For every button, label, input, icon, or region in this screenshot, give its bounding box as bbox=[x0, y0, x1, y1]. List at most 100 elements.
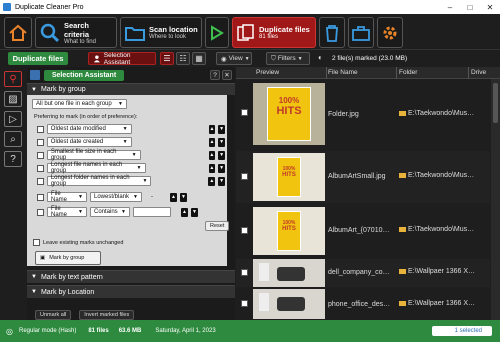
unmark-all-button[interactable]: Unmark all bbox=[35, 310, 72, 320]
preference-select[interactable]: Oldest date modified ▼ bbox=[46, 124, 132, 134]
preference-select[interactable]: Longest folder names in each group ▼ bbox=[46, 175, 152, 187]
vertical-scrollbar[interactable] bbox=[491, 79, 500, 320]
filter-text-input[interactable] bbox=[133, 207, 171, 217]
duplicate-files-tab-title: Duplicate files bbox=[259, 25, 310, 34]
move-up-button[interactable]: ▲ bbox=[208, 137, 216, 147]
assistant-help-button[interactable]: ? bbox=[210, 70, 220, 80]
assistant-close-button[interactable]: ✕ bbox=[222, 70, 232, 80]
status-bar: ◎ Regular mode (Hash) 81 files 63.6 MB S… bbox=[0, 320, 500, 342]
chevron-down-icon: ▼ bbox=[78, 194, 83, 200]
mark-by-group-heading: Mark by group bbox=[40, 86, 86, 93]
mark-by-text-section[interactable]: ▼ Mark by text pattern bbox=[27, 270, 235, 283]
preference-select[interactable]: Smallest file size in each group ▼ bbox=[46, 149, 141, 161]
reset-button[interactable]: Reset bbox=[205, 221, 230, 231]
settings-button[interactable] bbox=[377, 17, 403, 48]
scrollbar-thumb[interactable] bbox=[493, 83, 498, 123]
preference-select[interactable]: Longest file names in each group ▼ bbox=[46, 162, 146, 174]
filters-dropdown[interactable]: ⛉ Filters ▼ bbox=[266, 52, 310, 65]
move-up-button[interactable]: ▲ bbox=[208, 176, 216, 186]
column-header-folder[interactable]: Folder bbox=[399, 69, 417, 76]
assistant-rail-button[interactable]: ⚲ bbox=[4, 71, 22, 87]
folder-icon bbox=[399, 268, 406, 274]
preference-checkbox[interactable] bbox=[37, 151, 44, 159]
eye-icon: ◉ bbox=[221, 55, 227, 63]
preference-checkbox[interactable] bbox=[37, 138, 44, 146]
start-scan-button[interactable] bbox=[205, 17, 229, 48]
preference-checkbox[interactable] bbox=[37, 164, 44, 172]
grid-icon: ▦ bbox=[195, 54, 203, 63]
move-down-button[interactable]: ▼ bbox=[191, 207, 198, 217]
move-up-button[interactable]: ▲ bbox=[208, 124, 216, 134]
thumbnail-view-button[interactable]: ▦ bbox=[192, 52, 206, 65]
table-row[interactable]: 100% HITS AlbumArt_{07010… E:\Taekwondo\… bbox=[236, 205, 490, 257]
invert-marked-button[interactable]: Invert marked files bbox=[79, 310, 135, 320]
mark-by-group-section[interactable]: ▼ Mark by group bbox=[27, 83, 235, 95]
help-rail-button[interactable]: ? bbox=[4, 151, 22, 167]
results-grid: Preview File Name Folder Drive 100% HITS… bbox=[236, 66, 500, 320]
table-row[interactable]: phone_office_des… E:\Wallpaer 1366 X… bbox=[236, 289, 490, 319]
preference-value: Smallest file size in each group bbox=[50, 149, 117, 161]
mark-by-group-button[interactable]: ▣ Mark by group bbox=[35, 251, 101, 265]
duplicate-files-tab[interactable]: Duplicate files 81 files bbox=[232, 17, 316, 48]
move-down-button[interactable]: ▼ bbox=[218, 137, 225, 147]
row-checkbox[interactable] bbox=[241, 173, 248, 180]
image-preview-rail-button[interactable]: ▨ bbox=[4, 91, 22, 107]
move-up-button[interactable]: ▲ bbox=[208, 163, 216, 173]
filter-operator-select[interactable]: Contains ▼ bbox=[90, 207, 130, 217]
move-down-button[interactable]: ▼ bbox=[218, 163, 225, 173]
filter-operator-value: Contains bbox=[94, 209, 118, 215]
row-checkbox[interactable] bbox=[241, 227, 248, 234]
move-down-button[interactable]: ▼ bbox=[218, 124, 225, 134]
tools-button[interactable] bbox=[348, 17, 374, 48]
leave-existing-checkbox[interactable] bbox=[33, 239, 40, 246]
preference-checkbox[interactable] bbox=[37, 125, 44, 133]
status-date: Saturday, April 1, 2023 bbox=[155, 328, 216, 334]
maximize-button[interactable]: □ bbox=[460, 3, 480, 12]
preference-value: Longest folder names in each group bbox=[50, 175, 130, 187]
move-down-button[interactable]: ▼ bbox=[218, 176, 225, 186]
filter-field-select[interactable]: File Name ▼ bbox=[47, 191, 87, 203]
preference-select[interactable]: Oldest date created ▼ bbox=[46, 137, 132, 147]
table-row[interactable]: 100% HITS AlbumArtSmall.jpg E:\Taekwondo… bbox=[236, 151, 490, 203]
filter-field-select[interactable]: File Name ▼ bbox=[47, 206, 87, 218]
search-rail-button[interactable]: ⌕ bbox=[4, 131, 22, 147]
group-mode-select[interactable]: All but one file in each group ▼ bbox=[32, 99, 127, 109]
question-icon: ? bbox=[10, 153, 16, 165]
column-header-filename[interactable]: File Name bbox=[328, 69, 358, 76]
filter-checkbox[interactable] bbox=[37, 208, 44, 216]
row-checkbox[interactable] bbox=[241, 300, 248, 307]
move-down-button[interactable]: ▼ bbox=[218, 150, 225, 160]
detail-view-button[interactable]: ☷ bbox=[176, 52, 190, 65]
column-header-drive[interactable]: Drive bbox=[471, 69, 486, 76]
row-checkbox[interactable] bbox=[241, 269, 248, 276]
filter-operator-select[interactable]: Lowest/blank ▼ bbox=[90, 192, 142, 202]
mark-toggle-icon[interactable]: ◐ bbox=[318, 53, 323, 62]
move-up-button[interactable]: ▲ bbox=[170, 192, 177, 202]
assistant-header: Selection Assistant ? ✕ bbox=[27, 67, 235, 83]
scan-location-button[interactable]: Scan location Where to look bbox=[120, 17, 202, 48]
view-dropdown[interactable]: ◉ View ▼ bbox=[216, 52, 252, 65]
album-caption-big: HITS bbox=[276, 105, 302, 117]
move-up-button[interactable]: ▲ bbox=[208, 150, 216, 160]
preference-value: Oldest date modified bbox=[50, 126, 106, 132]
column-header-preview[interactable]: Preview bbox=[256, 69, 279, 76]
table-row[interactable]: 100% HITS Folder.jpg E:\Taekwondo\Mus… bbox=[236, 79, 490, 149]
preference-checkbox[interactable] bbox=[37, 177, 44, 185]
row-checkbox[interactable] bbox=[241, 109, 248, 116]
filter-checkbox[interactable] bbox=[37, 193, 44, 201]
list-view-button[interactable]: ☰ bbox=[160, 52, 174, 65]
move-down-button[interactable]: ▼ bbox=[180, 192, 187, 202]
minimize-button[interactable]: – bbox=[440, 3, 460, 12]
folder-icon bbox=[125, 26, 145, 41]
mark-by-location-section[interactable]: ▼ Mark by Location bbox=[27, 285, 235, 298]
selection-assistant-toggle[interactable]: Selection Assistant bbox=[88, 52, 156, 66]
file-removal-button[interactable] bbox=[319, 17, 345, 48]
move-up-button[interactable]: ▲ bbox=[181, 207, 188, 217]
home-button[interactable] bbox=[4, 17, 32, 48]
table-row[interactable]: dell_company_co… E:\Wallpaer 1366 X… bbox=[236, 259, 490, 287]
search-criteria-button[interactable]: Search criteria What to find bbox=[35, 17, 117, 48]
close-button[interactable]: ✕ bbox=[480, 3, 500, 12]
trash-icon bbox=[326, 24, 338, 42]
media-rail-button[interactable]: ▷ bbox=[4, 111, 22, 127]
image-icon: ▨ bbox=[8, 93, 18, 105]
